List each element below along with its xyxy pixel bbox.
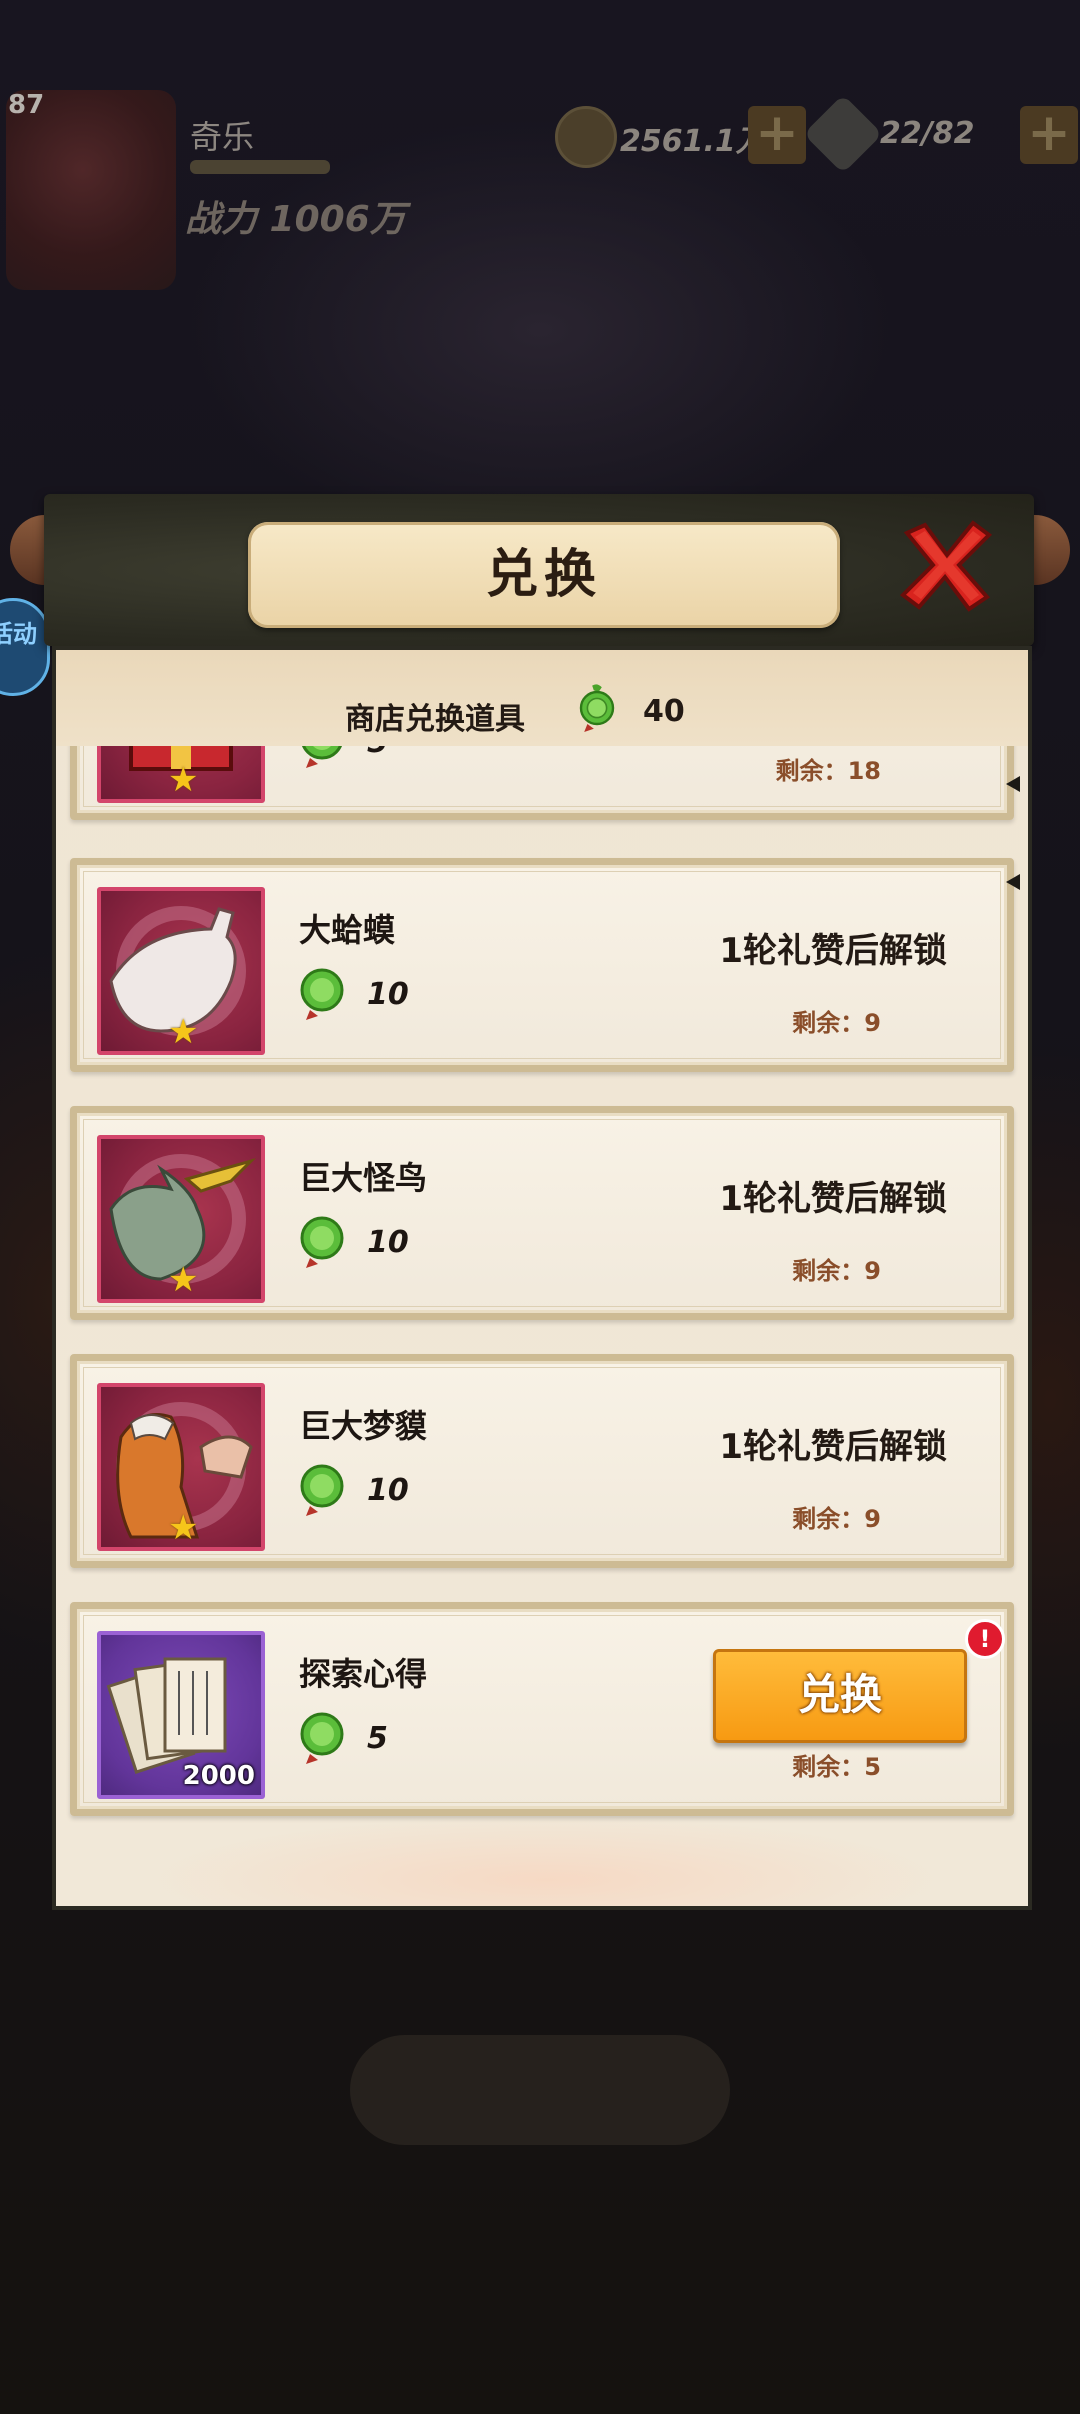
scroll-papers-icon: 2000 bbox=[97, 1631, 265, 1799]
player-name: 奇乐 bbox=[190, 118, 255, 156]
item-remaining: 剩余：9 bbox=[792, 1257, 881, 1285]
item-remaining: 剩余：18 bbox=[775, 757, 881, 785]
stamina-value: 22/82 bbox=[880, 116, 975, 151]
coin-value: 2561.1万 bbox=[620, 124, 766, 159]
list-item: 2000 探索心得 5 兑换 ! 剩余：5 bbox=[70, 1602, 1014, 1816]
currency-strip bbox=[56, 650, 1028, 746]
jade-token-icon bbox=[300, 1216, 344, 1268]
star-icon: ★ bbox=[168, 1260, 199, 1300]
item-cost: 10 bbox=[367, 977, 409, 1012]
unlock-condition: 1轮礼赞后解锁 bbox=[719, 1427, 947, 1467]
star-icon: ★ bbox=[168, 760, 199, 800]
player-level: 87 bbox=[8, 90, 45, 120]
item-cost: 5 bbox=[367, 1721, 388, 1756]
currency-amount: 40 bbox=[643, 694, 685, 729]
item-cost: 10 bbox=[367, 1473, 409, 1508]
list-item: ★ 5 剩余：18 bbox=[70, 746, 1014, 820]
jade-token-icon bbox=[579, 684, 615, 732]
item-name: 探索心得 bbox=[299, 1655, 428, 1693]
item-remaining: 剩余：9 bbox=[792, 1009, 881, 1037]
star-icon: ★ bbox=[168, 1012, 199, 1052]
giant-toad-icon: ★ bbox=[97, 887, 265, 1055]
item-remaining: 剩余：5 bbox=[792, 1753, 881, 1781]
close-button[interactable] bbox=[895, 515, 995, 615]
top-status-bar: 87 奇乐 战力 1006万 2561.1万 + 22/82 + bbox=[0, 60, 1080, 290]
item-remaining: 剩余：9 bbox=[792, 1505, 881, 1533]
side-event-badge[interactable]: 活动 bbox=[0, 598, 50, 696]
currency-label: 商店兑换道具 bbox=[345, 702, 525, 737]
item-list[interactable]: ★ 5 剩余：18 ★ 大蛤蟆 10 1轮礼赞后解锁 剩余：9 bbox=[56, 746, 1028, 1826]
item-cost: 10 bbox=[367, 1225, 409, 1260]
red-gift-box-icon: ★ bbox=[97, 746, 265, 803]
jade-token-icon bbox=[300, 968, 344, 1020]
gem-icon bbox=[803, 94, 883, 174]
exp-bar bbox=[190, 160, 330, 174]
list-item: ★ 大蛤蟆 10 1轮礼赞后解锁 剩余：9 bbox=[70, 858, 1014, 1072]
item-name: 大蛤蟆 bbox=[299, 911, 396, 949]
item-quantity: 2000 bbox=[182, 1761, 255, 1791]
add-stamina-button[interactable]: + bbox=[1020, 106, 1078, 164]
giant-baku-icon: ★ bbox=[97, 1383, 265, 1551]
jade-token-icon bbox=[300, 1464, 344, 1516]
power-value: 战力 1006万 bbox=[185, 199, 406, 240]
exchange-button[interactable]: 兑换 bbox=[713, 1649, 967, 1743]
alert-icon: ! bbox=[965, 1619, 1005, 1659]
item-name: 巨大怪鸟 bbox=[299, 1159, 428, 1197]
list-item: ★ 巨大怪鸟 10 1轮礼赞后解锁 剩余：9 bbox=[70, 1106, 1014, 1320]
item-name: 巨大梦貘 bbox=[299, 1407, 428, 1445]
unlock-condition: 1轮礼赞后解锁 bbox=[719, 1179, 947, 1219]
close-icon bbox=[899, 520, 993, 612]
star-icon: ★ bbox=[168, 1508, 199, 1548]
unlock-condition: 1轮礼赞后解锁 bbox=[719, 931, 947, 971]
background-bottom-button bbox=[350, 2035, 730, 2145]
jade-token-icon bbox=[302, 746, 342, 768]
modal-title: 兑换 bbox=[248, 522, 840, 628]
list-item: ★ 巨大梦貘 10 1轮礼赞后解锁 剩余：9 bbox=[70, 1354, 1014, 1568]
giant-bird-icon: ★ bbox=[97, 1135, 265, 1303]
jade-token-icon bbox=[300, 1712, 344, 1764]
coin-icon bbox=[555, 106, 617, 168]
item-cost: 5 bbox=[367, 746, 388, 760]
add-coins-button[interactable]: + bbox=[748, 106, 806, 164]
avatar[interactable] bbox=[6, 90, 176, 290]
